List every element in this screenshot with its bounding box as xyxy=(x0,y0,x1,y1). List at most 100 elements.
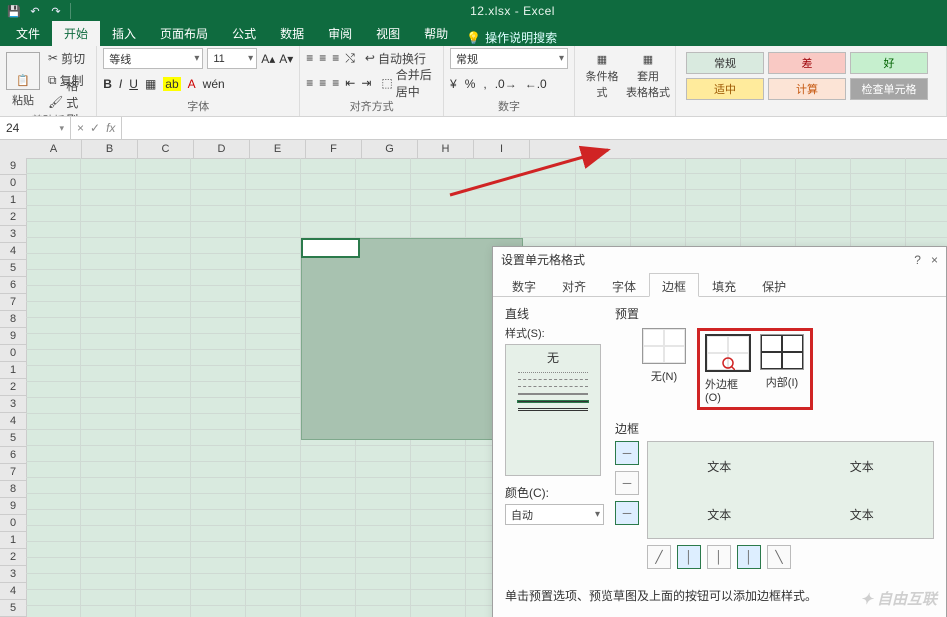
row-header[interactable]: 0 xyxy=(0,175,26,192)
merge-center-button[interactable]: ⬚合并后居中 xyxy=(377,73,437,93)
cut-button[interactable]: ✂剪切 xyxy=(44,48,90,68)
dlg-tab-number[interactable]: 数字 xyxy=(499,273,549,297)
preset-none[interactable]: 无(N) xyxy=(641,328,687,410)
indent-decrease-icon[interactable]: ⇤ xyxy=(345,76,355,90)
format-painter-button[interactable]: 🖌格式刷 xyxy=(44,92,90,112)
row-header[interactable]: 5 xyxy=(0,260,26,277)
percent-icon[interactable]: % xyxy=(465,77,476,91)
undo-icon[interactable]: ↶ xyxy=(25,1,45,21)
style-check[interactable]: 检查单元格 xyxy=(850,78,928,100)
line-style-list[interactable]: 无 xyxy=(505,344,601,476)
border-diag-down-button[interactable]: ╲ xyxy=(767,545,791,569)
row-header[interactable]: 2 xyxy=(0,549,26,566)
close-icon[interactable]: × xyxy=(931,253,938,267)
border-top-button[interactable]: ─ xyxy=(615,441,639,465)
worksheet[interactable]: A B C D E F G H I 9012345678901234567890… xyxy=(0,140,947,617)
row-header[interactable]: 3 xyxy=(0,396,26,413)
row-headers[interactable]: 901234567890123456789012345678 xyxy=(0,158,27,617)
preset-inner[interactable]: 内部(I) xyxy=(759,334,805,404)
row-header[interactable]: 4 xyxy=(0,413,26,430)
style-normal[interactable]: 常规 xyxy=(686,52,764,74)
font-family-combo[interactable]: 等线 xyxy=(103,48,203,69)
row-header[interactable]: 1 xyxy=(0,532,26,549)
increase-font-icon[interactable]: A▴ xyxy=(261,51,275,67)
enter-icon[interactable]: ✓ xyxy=(90,121,100,135)
bold-button[interactable]: B xyxy=(103,77,112,91)
col-header[interactable]: E xyxy=(250,140,306,158)
border-bottom-button[interactable]: ─ xyxy=(615,501,639,525)
wrap-text-button[interactable]: ↩自动换行 xyxy=(361,48,430,68)
row-header[interactable]: 4 xyxy=(0,583,26,600)
border-preview[interactable]: 文本 文本 文本 文本 xyxy=(647,441,934,539)
name-box[interactable]: 24 xyxy=(0,117,71,139)
align-left-icon[interactable]: ≡ xyxy=(306,76,313,90)
tell-me[interactable]: 💡 操作说明搜索 xyxy=(466,29,557,46)
row-header[interactable]: 4 xyxy=(0,243,26,260)
tab-data[interactable]: 数据 xyxy=(268,21,316,46)
dialog-titlebar[interactable]: 设置单元格格式 ? × xyxy=(493,247,946,272)
row-header[interactable]: 7 xyxy=(0,464,26,481)
style-good[interactable]: 好 xyxy=(850,52,928,74)
col-header[interactable]: G xyxy=(362,140,418,158)
row-header[interactable]: 8 xyxy=(0,481,26,498)
align-bottom-icon[interactable]: ≡ xyxy=(332,51,339,65)
col-header[interactable]: F xyxy=(306,140,362,158)
preset-outer[interactable]: 外边框(O) xyxy=(705,334,751,404)
decrease-font-icon[interactable]: A▾ xyxy=(279,51,293,67)
tab-file[interactable]: 文件 xyxy=(4,21,52,46)
row-header[interactable]: 1 xyxy=(0,192,26,209)
tab-home[interactable]: 开始 xyxy=(52,21,100,46)
font-color-button[interactable]: A xyxy=(188,77,196,91)
align-middle-icon[interactable]: ≡ xyxy=(319,51,326,65)
border-right-button[interactable]: │ xyxy=(737,545,761,569)
border-left-button[interactable]: │ xyxy=(677,545,701,569)
dlg-tab-border[interactable]: 边框 xyxy=(649,273,699,297)
orientation-icon[interactable]: ⤭ xyxy=(345,51,355,66)
row-header[interactable]: 2 xyxy=(0,379,26,396)
col-header[interactable]: H xyxy=(418,140,474,158)
column-headers[interactable]: A B C D E F G H I xyxy=(26,140,947,159)
tab-layout[interactable]: 页面布局 xyxy=(148,21,220,46)
row-header[interactable]: 2 xyxy=(0,209,26,226)
align-center-icon[interactable]: ≡ xyxy=(319,76,326,90)
line-style-none[interactable]: 无 xyxy=(547,349,559,366)
tab-help[interactable]: 帮助 xyxy=(412,21,460,46)
row-header[interactable]: 9 xyxy=(0,498,26,515)
font-size-combo[interactable]: 11 xyxy=(207,48,257,69)
currency-icon[interactable]: ¥ xyxy=(450,77,457,91)
border-diag-up-button[interactable]: ╱ xyxy=(647,545,671,569)
row-header[interactable]: 3 xyxy=(0,566,26,583)
row-header[interactable]: 8 xyxy=(0,311,26,328)
row-header[interactable]: 3 xyxy=(0,226,26,243)
save-icon[interactable]: 💾 xyxy=(4,1,24,21)
col-header[interactable]: D xyxy=(194,140,250,158)
number-format-combo[interactable]: 常规 xyxy=(450,48,568,69)
underline-button[interactable]: U xyxy=(129,77,138,91)
redo-icon[interactable]: ↷ xyxy=(46,1,66,21)
row-header[interactable]: 1 xyxy=(0,362,26,379)
row-header[interactable]: 6 xyxy=(0,447,26,464)
row-header[interactable]: 5 xyxy=(0,430,26,447)
tab-review[interactable]: 审阅 xyxy=(316,21,364,46)
align-right-icon[interactable]: ≡ xyxy=(332,76,339,90)
fx-icon[interactable]: fx xyxy=(106,121,115,135)
tab-view[interactable]: 视图 xyxy=(364,21,412,46)
help-icon[interactable]: ? xyxy=(914,253,921,267)
row-header[interactable]: 9 xyxy=(0,328,26,345)
dlg-tab-align[interactable]: 对齐 xyxy=(549,273,599,297)
select-all-button[interactable] xyxy=(0,140,27,159)
col-header[interactable]: C xyxy=(138,140,194,158)
row-header[interactable]: 0 xyxy=(0,345,26,362)
col-header[interactable]: I xyxy=(474,140,530,158)
style-neutral[interactable]: 适中 xyxy=(686,78,764,100)
row-header[interactable]: 0 xyxy=(0,515,26,532)
align-top-icon[interactable]: ≡ xyxy=(306,51,313,65)
border-button[interactable]: ▦ xyxy=(145,77,156,91)
cancel-icon[interactable]: × xyxy=(77,121,84,135)
line-color-combo[interactable]: 自动 xyxy=(505,504,604,525)
tab-insert[interactable]: 插入 xyxy=(100,21,148,46)
dlg-tab-fill[interactable]: 填充 xyxy=(699,273,749,297)
paste-button[interactable]: 📋 粘贴 xyxy=(6,52,40,108)
col-header[interactable]: B xyxy=(82,140,138,158)
conditional-format-button[interactable]: ▦条件格式 xyxy=(581,48,623,104)
